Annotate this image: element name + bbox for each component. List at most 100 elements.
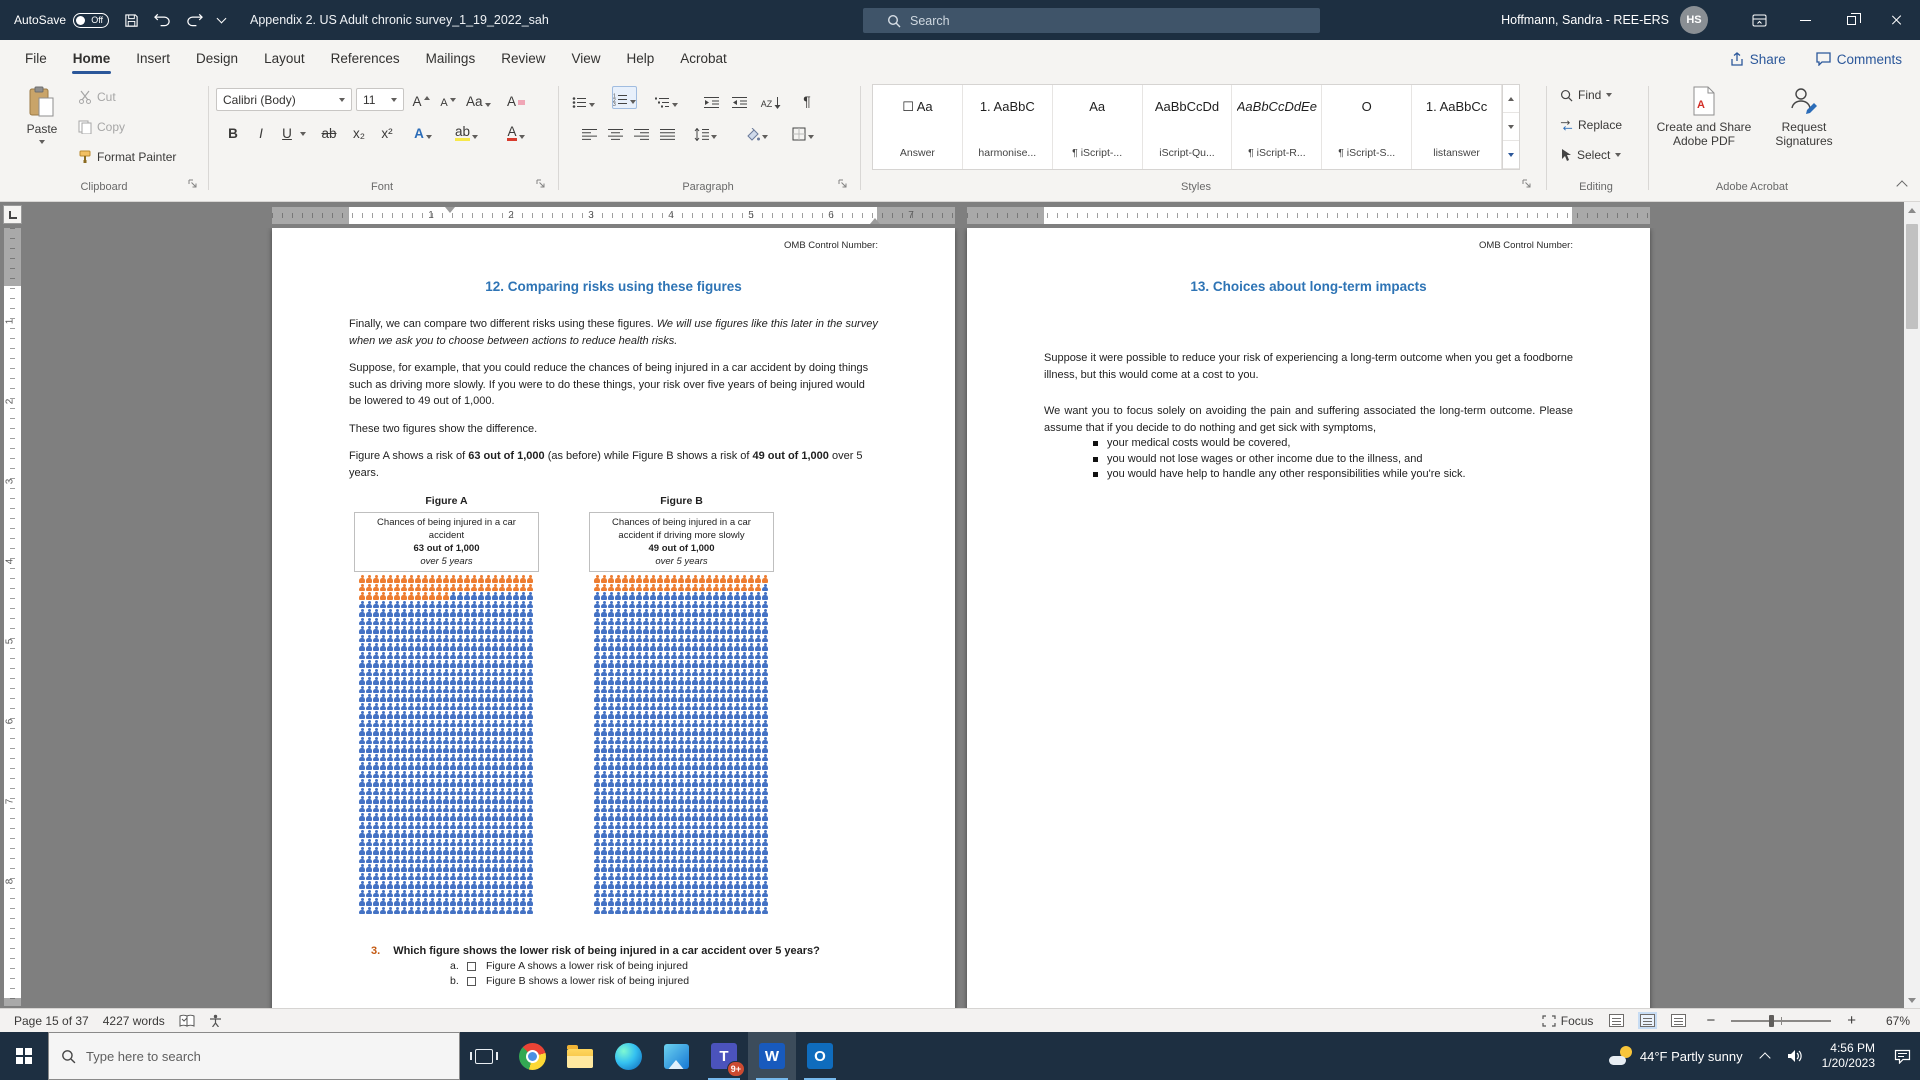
styles-dialog-launcher-icon[interactable] bbox=[1522, 179, 1536, 193]
paragraph-dialog-launcher-icon[interactable] bbox=[838, 179, 852, 193]
underline-button[interactable]: U bbox=[276, 120, 298, 143]
right-indent-marker[interactable] bbox=[870, 218, 880, 224]
zoom-out-button[interactable]: − bbox=[1706, 1012, 1715, 1029]
shrink-font-button[interactable]: A bbox=[437, 88, 459, 111]
bullets-button[interactable] bbox=[572, 88, 595, 111]
styles-gallery-more-icon[interactable] bbox=[1503, 141, 1519, 169]
clipboard-dialog-launcher-icon[interactable] bbox=[188, 179, 202, 193]
outlook-taskbar-button[interactable]: O bbox=[796, 1032, 844, 1080]
word-taskbar-button[interactable]: W bbox=[748, 1032, 796, 1080]
document-page-left[interactable]: OMB Control Number: 12. Comparing risks … bbox=[272, 228, 955, 1008]
tab-layout[interactable]: Layout bbox=[251, 40, 318, 78]
share-button[interactable]: Share bbox=[1730, 52, 1786, 67]
page-indicator[interactable]: Page 15 of 37 bbox=[14, 1014, 89, 1028]
print-layout-button[interactable] bbox=[1640, 1014, 1655, 1027]
checkbox-icon[interactable] bbox=[467, 977, 476, 986]
taskbar-search[interactable] bbox=[48, 1032, 460, 1080]
scroll-down-icon[interactable] bbox=[1904, 992, 1920, 1008]
styles-scroll-down-icon[interactable] bbox=[1503, 113, 1519, 141]
decrease-indent-button[interactable] bbox=[700, 88, 722, 111]
search-input[interactable] bbox=[910, 14, 1270, 28]
account-area[interactable]: Hoffmann, Sandra - REE-ERS HS bbox=[1501, 0, 1708, 40]
checkbox-icon[interactable] bbox=[467, 962, 476, 971]
accessibility-icon[interactable] bbox=[209, 1014, 222, 1027]
collapse-ribbon-icon[interactable] bbox=[1896, 180, 1907, 191]
document-page-right[interactable]: OMB Control Number: 13. Choices about lo… bbox=[967, 228, 1650, 1008]
web-layout-button[interactable] bbox=[1671, 1014, 1686, 1027]
taskbar-clock[interactable]: 4:56 PM 1/20/2023 bbox=[1812, 1041, 1885, 1071]
font-dialog-launcher-icon[interactable] bbox=[536, 179, 550, 193]
multilevel-list-button[interactable] bbox=[655, 88, 678, 111]
word-count[interactable]: 4227 words bbox=[103, 1014, 165, 1028]
style-listanswer[interactable]: 1. AaBbCc listanswer bbox=[1412, 85, 1502, 169]
zoom-slider[interactable] bbox=[1731, 1020, 1831, 1022]
tab-references[interactable]: References bbox=[318, 40, 413, 78]
paste-dropdown-icon[interactable] bbox=[39, 140, 45, 144]
grow-font-button[interactable]: A bbox=[410, 88, 432, 111]
borders-button[interactable] bbox=[792, 120, 814, 143]
save-icon[interactable] bbox=[124, 13, 139, 28]
chrome-taskbar-button[interactable] bbox=[508, 1032, 556, 1080]
copy-button[interactable]: Copy bbox=[78, 120, 125, 134]
strikethrough-button[interactable]: ab bbox=[318, 120, 340, 143]
tab-stop-selector[interactable] bbox=[3, 205, 22, 224]
tab-design[interactable]: Design bbox=[183, 40, 251, 78]
style-iscript-1[interactable]: Aa ¶ iScript-... bbox=[1053, 85, 1143, 169]
tab-file[interactable]: File bbox=[12, 40, 60, 78]
vertical-scrollbar[interactable] bbox=[1904, 202, 1920, 1008]
file-explorer-taskbar-button[interactable] bbox=[556, 1032, 604, 1080]
tab-mailings[interactable]: Mailings bbox=[413, 40, 489, 78]
tab-review[interactable]: Review bbox=[488, 40, 558, 78]
styles-scroll-up-icon[interactable] bbox=[1503, 85, 1519, 113]
avatar[interactable]: HS bbox=[1680, 6, 1708, 34]
action-center-button[interactable] bbox=[1885, 1032, 1920, 1080]
shading-button[interactable] bbox=[746, 120, 768, 143]
style-iscript-qu[interactable]: AaBbCcDd iScript-Qu... bbox=[1143, 85, 1233, 169]
request-signatures-button[interactable]: Request Signatures bbox=[1758, 86, 1850, 148]
text-effects-button[interactable]: A bbox=[412, 120, 434, 143]
zoom-slider-thumb[interactable] bbox=[1769, 1015, 1774, 1027]
font-name-dropdown-icon[interactable] bbox=[339, 98, 345, 102]
font-size-dropdown-icon[interactable] bbox=[391, 98, 397, 102]
increase-indent-button[interactable] bbox=[728, 88, 750, 111]
first-line-indent-marker[interactable] bbox=[445, 207, 455, 213]
scroll-up-icon[interactable] bbox=[1904, 202, 1920, 218]
customize-qat-chevron-icon[interactable] bbox=[218, 18, 225, 22]
text-highlight-button[interactable]: ab bbox=[455, 120, 478, 143]
style-iscript-s[interactable]: O ¶ iScript-S... bbox=[1322, 85, 1412, 169]
style-iscript-r[interactable]: AaBbCcDdEe ¶ iScript-R... bbox=[1232, 85, 1322, 169]
edge-taskbar-button[interactable] bbox=[604, 1032, 652, 1080]
find-button[interactable]: Find bbox=[1560, 88, 1612, 102]
comments-button[interactable]: Comments bbox=[1816, 52, 1902, 67]
format-painter-button[interactable]: Format Painter bbox=[78, 150, 176, 164]
create-share-pdf-button[interactable]: A Create and Share Adobe PDF bbox=[1656, 86, 1752, 148]
taskbar-search-input[interactable] bbox=[86, 1049, 416, 1064]
select-button[interactable]: Select bbox=[1560, 148, 1621, 162]
close-button[interactable] bbox=[1874, 0, 1920, 40]
font-color-button[interactable]: A bbox=[505, 120, 527, 143]
search-bar[interactable] bbox=[863, 8, 1320, 33]
teams-taskbar-button[interactable]: T 9+ bbox=[700, 1032, 748, 1080]
align-center-button[interactable] bbox=[604, 120, 626, 143]
read-mode-button[interactable] bbox=[1609, 1014, 1624, 1027]
focus-button[interactable]: Focus bbox=[1542, 1014, 1594, 1028]
superscript-button[interactable]: x² bbox=[376, 120, 398, 143]
tab-help[interactable]: Help bbox=[614, 40, 668, 78]
redo-icon[interactable] bbox=[186, 13, 203, 27]
align-right-button[interactable] bbox=[630, 120, 652, 143]
minimize-button[interactable] bbox=[1782, 0, 1828, 40]
tab-home[interactable]: Home bbox=[60, 40, 124, 78]
subscript-button[interactable]: x₂ bbox=[348, 120, 370, 143]
underline-dropdown-icon[interactable] bbox=[300, 132, 306, 136]
align-left-button[interactable] bbox=[578, 120, 600, 143]
weather-button[interactable]: 44°F Partly sunny bbox=[1600, 1032, 1752, 1080]
numbering-button[interactable]: 123 bbox=[612, 86, 637, 109]
ribbon-display-options-icon[interactable] bbox=[1736, 0, 1782, 40]
volume-button[interactable] bbox=[1778, 1032, 1812, 1080]
replace-button[interactable]: Replace bbox=[1560, 118, 1622, 132]
paste-button[interactable]: Paste bbox=[16, 86, 68, 144]
undo-icon[interactable] bbox=[154, 13, 171, 27]
sort-button[interactable]: AZ bbox=[760, 88, 782, 111]
zoom-percent[interactable]: 67% bbox=[1886, 1014, 1910, 1028]
scrollbar-thumb[interactable] bbox=[1906, 224, 1918, 329]
